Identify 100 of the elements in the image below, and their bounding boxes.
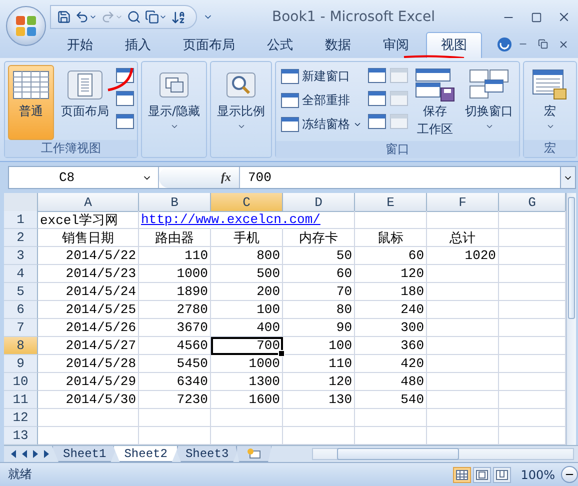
- insert-sheet-button[interactable]: [236, 446, 272, 462]
- table-cell: 1600: [211, 391, 283, 409]
- caret-icon: [353, 120, 362, 129]
- save-workspace-icon: [415, 68, 456, 102]
- table-cell: 手机: [211, 229, 283, 247]
- table-cell: 110: [139, 247, 211, 265]
- sheet-tab[interactable]: Sheet3: [174, 446, 240, 462]
- sheet-tab[interactable]: Sheet2: [113, 446, 178, 462]
- column-header[interactable]: D: [283, 193, 355, 212]
- zoom-out-button[interactable]: [561, 466, 578, 483]
- help-icon[interactable]: [497, 36, 512, 52]
- insert-function-button[interactable]: fx: [159, 167, 239, 188]
- empty-cell: [211, 409, 283, 427]
- window-icon: [390, 114, 408, 129]
- vertical-scrollbar[interactable]: [566, 193, 576, 445]
- table-cell: 360: [355, 337, 427, 355]
- ribbon-tab[interactable]: 视图: [426, 32, 482, 58]
- table-cell: 2014/5/22: [38, 247, 139, 265]
- empty-cell: [427, 391, 499, 409]
- ribbon-tab[interactable]: 开始: [52, 32, 108, 58]
- ribbon-tab[interactable]: 数据: [310, 32, 366, 58]
- window-icon: [159, 72, 190, 98]
- table-cell: 2780: [139, 301, 211, 319]
- ribbon-tab[interactable]: 审阅: [368, 32, 424, 58]
- table-cell: 120: [283, 373, 355, 391]
- print-preview-icon[interactable]: [127, 10, 141, 24]
- sort-icon[interactable]: [171, 10, 186, 24]
- row-header[interactable]: 13: [4, 427, 38, 445]
- column-header[interactable]: E: [355, 193, 427, 212]
- caret-icon: [546, 122, 555, 131]
- ribbon-button[interactable]: 普通: [8, 65, 54, 140]
- ribbon-button[interactable]: 显示比例: [214, 65, 268, 140]
- window-icon: [116, 114, 134, 129]
- row-header[interactable]: 8: [4, 337, 38, 355]
- table-cell: 500: [211, 265, 283, 283]
- shapes-icon[interactable]: [145, 10, 167, 24]
- window-icon: [281, 69, 300, 84]
- ribbon-button[interactable]: 显示/隐藏: [145, 65, 204, 140]
- row-header[interactable]: 2: [4, 229, 38, 247]
- caret-icon: [236, 122, 246, 131]
- table-cell: 90: [283, 319, 355, 337]
- ribbon-small-button[interactable]: 新建窗口: [279, 67, 364, 86]
- ribbon-tab[interactable]: 公式: [252, 32, 308, 58]
- zoom-level[interactable]: 100%: [520, 468, 555, 482]
- table-cell: 480: [355, 373, 427, 391]
- table-cell: 100: [211, 301, 283, 319]
- row-header[interactable]: 4: [4, 265, 38, 283]
- view-button[interactable]: [452, 466, 471, 482]
- column-header[interactable]: B: [139, 193, 211, 212]
- view-button[interactable]: [492, 466, 511, 482]
- empty-cell: [355, 409, 427, 427]
- empty-cell: [427, 301, 499, 319]
- table-cell: 2014/5/30: [38, 391, 139, 409]
- ribbon-tab[interactable]: 页面布局: [168, 32, 250, 58]
- sheet-tab[interactable]: Sheet1: [52, 446, 118, 462]
- table-cell: 1890: [139, 283, 211, 301]
- window-icon: [116, 91, 134, 106]
- row-header[interactable]: 9: [4, 355, 38, 373]
- table-cell: 180: [355, 283, 427, 301]
- row-header[interactable]: 5: [4, 283, 38, 301]
- table-cell: 2014/5/26: [38, 319, 139, 337]
- ribbon-tab[interactable]: 插入: [110, 32, 166, 58]
- table-cell: 2014/5/23: [38, 265, 139, 283]
- ribbon-button[interactable]: 宏: [527, 65, 574, 140]
- office-button[interactable]: [6, 6, 46, 46]
- horizontal-scrollbar[interactable]: [312, 448, 574, 460]
- page-icon: [67, 70, 103, 100]
- row-header[interactable]: 11: [4, 391, 38, 409]
- view-button[interactable]: [472, 466, 491, 482]
- undo-icon[interactable]: [75, 10, 97, 24]
- link[interactable]: http://www.excelcn.com/: [141, 212, 320, 227]
- row-header[interactable]: 1: [4, 211, 38, 229]
- column-header[interactable]: C: [211, 193, 283, 212]
- column-header[interactable]: F: [427, 193, 499, 212]
- table-cell: 300: [355, 319, 427, 337]
- ribbon-small-button[interactable]: 冻结窗格: [279, 115, 364, 134]
- row-header[interactable]: 12: [4, 409, 38, 427]
- table-cell: 内存卡: [283, 229, 355, 247]
- row-header[interactable]: 10: [4, 373, 38, 391]
- caret-icon: [484, 122, 494, 131]
- magnifier-icon: [226, 72, 256, 98]
- empty-cell: [139, 409, 211, 427]
- ribbon-button[interactable]: 切换窗口: [462, 65, 516, 141]
- row-header[interactable]: 3: [4, 247, 38, 265]
- row-header[interactable]: 6: [4, 301, 38, 319]
- ribbon-button[interactable]: 保存 工作区: [412, 65, 458, 141]
- column-header[interactable]: A: [38, 193, 139, 212]
- save-icon[interactable]: [57, 10, 71, 24]
- macro-icon: [532, 69, 568, 101]
- row-header[interactable]: 7: [4, 319, 38, 337]
- ribbon-small-button[interactable]: 全部重排: [279, 91, 364, 110]
- ribbon-button[interactable]: 页面布局: [58, 65, 112, 140]
- window-icon: [368, 68, 386, 83]
- column-header[interactable]: G: [499, 193, 566, 212]
- table-cell: 3670: [139, 319, 211, 337]
- window-icon: [368, 91, 386, 106]
- table-cell: 6340: [139, 373, 211, 391]
- table-cell: excel学习网: [38, 211, 139, 229]
- table-cell: 60: [283, 265, 355, 283]
- office-logo-icon: [15, 15, 37, 37]
